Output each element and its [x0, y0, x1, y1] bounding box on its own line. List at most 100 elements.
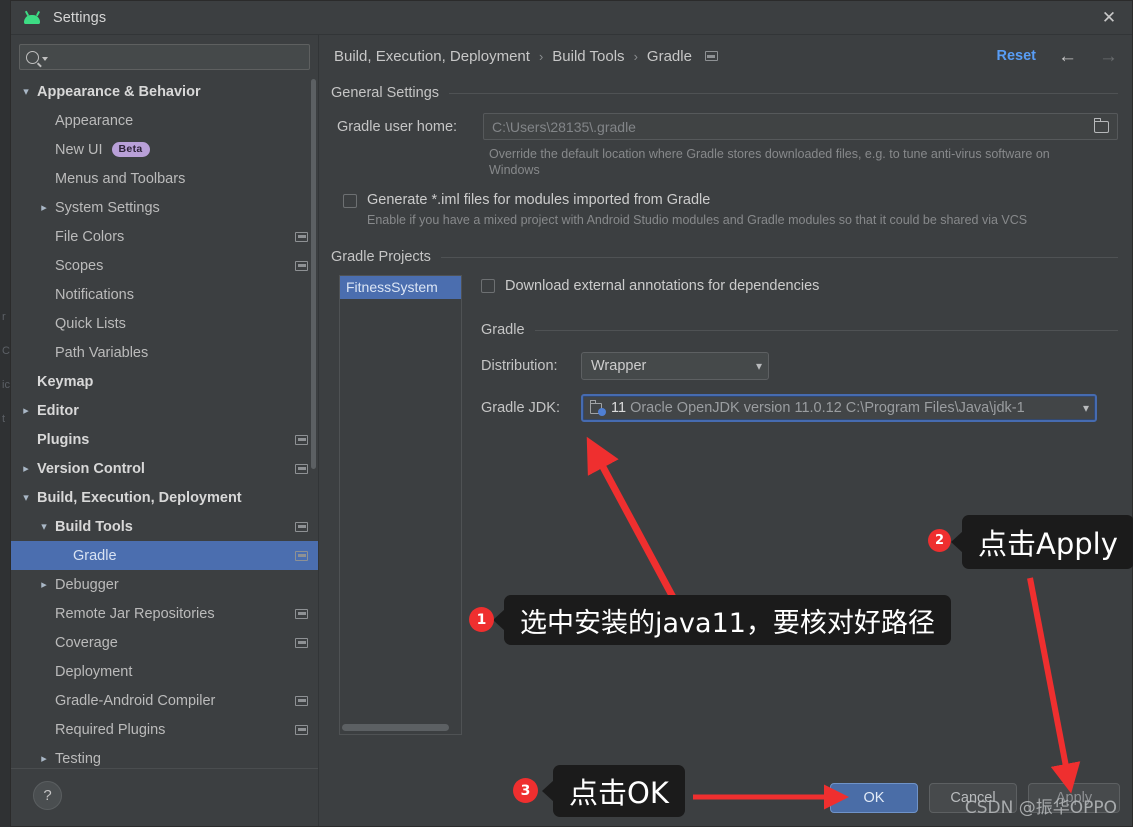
sidebar-item-build-tools[interactable]: ▾ Build Tools [11, 512, 318, 541]
sidebar-item-remote-jar-repositories[interactable]: Remote Jar Repositories [11, 599, 318, 628]
ok-button[interactable]: OK [830, 782, 918, 813]
sidebar-item-file-colors[interactable]: File Colors [11, 222, 318, 251]
sidebar-item-deployment[interactable]: Deployment [11, 657, 318, 686]
download-annotations-row[interactable]: Download external annotations for depend… [481, 278, 1118, 294]
sidebar-item-debugger[interactable]: ▸ Debugger [11, 570, 318, 599]
gradle-user-home-hint: Override the default location where Grad… [489, 147, 1050, 177]
gradle-subsection: Gradle Distribution: Wrapper ▾ Gradle JD… [481, 322, 1118, 422]
settings-chip-icon [295, 724, 308, 735]
breadcrumb: Build, Execution, Deployment › Build Too… [334, 48, 718, 65]
chevron-down-icon[interactable]: ▾ [19, 491, 33, 504]
sidebar-item-label: File Colors [55, 228, 125, 245]
download-annotations-checkbox[interactable] [481, 279, 495, 293]
sidebar-item-label: Menus and Toolbars [55, 170, 186, 187]
breadcrumb-separator: › [538, 48, 544, 64]
sidebar-item-label: Deployment [55, 663, 133, 680]
gradle-jdk-select[interactable]: 11 Oracle OpenJDK version 11.0.12 C:\Pro… [581, 394, 1097, 422]
chevron-right-icon[interactable]: ▸ [37, 752, 51, 765]
sidebar-item-gradle-android-compiler[interactable]: Gradle-Android Compiler [11, 686, 318, 715]
sidebar-item-label: Debugger [55, 576, 119, 593]
chevron-right-icon[interactable]: ▸ [19, 404, 33, 417]
annotation-badge-3: 3 [513, 778, 538, 803]
gradle-group-title: Gradle [481, 322, 525, 338]
settings-tree[interactable]: ▾ Appearance & Behavior Appearance New UI Be… [11, 77, 318, 768]
gradle-user-home-value: C:\Users\28135\.gradle [492, 118, 636, 135]
sidebar-item-coverage[interactable]: Coverage [11, 628, 318, 657]
generate-iml-checkbox[interactable] [343, 194, 357, 208]
gradle-projects-list[interactable]: FitnessSystem [339, 275, 462, 735]
sidebar-item-label: Testing [55, 750, 101, 767]
close-icon[interactable]: ✕ [1086, 1, 1132, 34]
gradle-user-home-label: Gradle user home: [337, 118, 458, 135]
chevron-down-icon [42, 57, 48, 61]
sidebar-item-notifications[interactable]: Notifications [11, 280, 318, 309]
sidebar-item-quick-lists[interactable]: Quick Lists [11, 309, 318, 338]
settings-dialog: Settings ✕ ▾ Appearance & Behavior Appeara… [10, 0, 1133, 827]
generate-iml-row[interactable]: Generate *.iml files for modules importe… [343, 192, 1118, 208]
sidebar-item-menus-and-toolbars[interactable]: Menus and Toolbars [11, 164, 318, 193]
annotation-text-3: 点击OK [569, 776, 669, 810]
sidebar-item-testing[interactable]: ▸ Testing [11, 744, 318, 768]
sidebar-item-label: Quick Lists [55, 315, 126, 332]
sidebar-item-label: Keymap [37, 373, 94, 390]
sidebar-scrollbar[interactable] [311, 79, 316, 469]
settings-chip-icon [295, 521, 308, 532]
sidebar-item-new-ui[interactable]: New UI Beta [11, 135, 318, 164]
breadcrumb-item-0[interactable]: Build, Execution, Deployment [334, 48, 530, 65]
sidebar-item-version-control[interactable]: ▸ Version Control [11, 454, 318, 483]
settings-sidebar: ▾ Appearance & Behavior Appearance New UI Be… [11, 35, 318, 826]
sidebar-item-editor[interactable]: ▸ Editor [11, 396, 318, 425]
settings-content-pane: Build, Execution, Deployment › Build Too… [318, 35, 1132, 826]
projects-horizontal-scrollbar[interactable] [342, 724, 449, 731]
forward-arrow-icon[interactable]: → [1099, 47, 1118, 66]
annotation-callout-3: 点击OK [542, 765, 685, 817]
settings-chip-icon [295, 608, 308, 619]
sidebar-item-label: Version Control [37, 460, 145, 477]
gradle-user-home-row: Gradle user home: C:\Users\28135\.gradle [331, 113, 1118, 140]
folder-icon[interactable] [1094, 117, 1109, 133]
distribution-select[interactable]: Wrapper ▾ [581, 352, 769, 380]
settings-chip-icon [295, 695, 308, 706]
breadcrumb-separator: › [633, 48, 638, 64]
breadcrumb-item-2[interactable]: Gradle [647, 48, 692, 65]
sidebar-item-plugins[interactable]: Plugins [11, 425, 318, 454]
divider [440, 256, 1118, 258]
sidebar-item-label: Required Plugins [55, 721, 166, 738]
divider [534, 329, 1118, 331]
sidebar-item-required-plugins[interactable]: Required Plugins [11, 715, 318, 744]
breadcrumb-item-1[interactable]: Build Tools [552, 48, 624, 65]
search-input[interactable] [19, 44, 310, 70]
chevron-right-icon[interactable]: ▸ [37, 201, 51, 214]
sidebar-item-label: Build, Execution, Deployment [37, 489, 242, 506]
chevron-right-icon[interactable]: ▸ [19, 462, 33, 475]
help-button[interactable]: ? [33, 781, 62, 810]
chevron-down-icon[interactable]: ▾ [19, 85, 33, 98]
sidebar-item-system-settings[interactable]: ▸ System Settings [11, 193, 318, 222]
gradle-user-home-input[interactable]: C:\Users\28135\.gradle [483, 113, 1118, 140]
settings-chip-icon[interactable] [704, 51, 718, 61]
reset-button[interactable]: Reset [997, 48, 1037, 64]
settings-chip-icon [295, 260, 308, 271]
dialog-titlebar: Settings ✕ [11, 1, 1132, 35]
generate-iml-hint: Enable if you have a mixed project with … [367, 213, 1028, 227]
sidebar-item-label: Appearance [55, 112, 134, 129]
sidebar-item-label: Appearance & Behavior [37, 83, 201, 100]
sidebar-item-label: Remote Jar Repositories [55, 605, 215, 622]
chevron-down-icon[interactable]: ▾ [37, 520, 51, 533]
gradle-project-settings: Download external annotations for depend… [462, 275, 1118, 735]
chevron-right-icon[interactable]: ▸ [37, 578, 51, 591]
jdk-folder-icon [590, 400, 606, 416]
gradle-jdk-row: Gradle JDK: 11 Oracle OpenJDK version 11… [481, 394, 1118, 422]
divider [449, 92, 1118, 94]
sidebar-item-path-variables[interactable]: Path Variables [11, 338, 318, 367]
sidebar-item-appearance[interactable]: Appearance [11, 106, 318, 135]
beta-badge: Beta [111, 142, 150, 157]
settings-chip-icon [295, 463, 308, 474]
back-arrow-icon[interactable]: ← [1058, 47, 1077, 66]
sidebar-item-appearance-behavior[interactable]: ▾ Appearance & Behavior [11, 77, 318, 106]
sidebar-item-keymap[interactable]: Keymap [11, 367, 318, 396]
sidebar-item-gradle[interactable]: Gradle [11, 541, 318, 570]
list-item[interactable]: FitnessSystem [340, 276, 461, 299]
sidebar-item-scopes[interactable]: Scopes [11, 251, 318, 280]
sidebar-item-build-execution-deployment[interactable]: ▾ Build, Execution, Deployment [11, 483, 318, 512]
